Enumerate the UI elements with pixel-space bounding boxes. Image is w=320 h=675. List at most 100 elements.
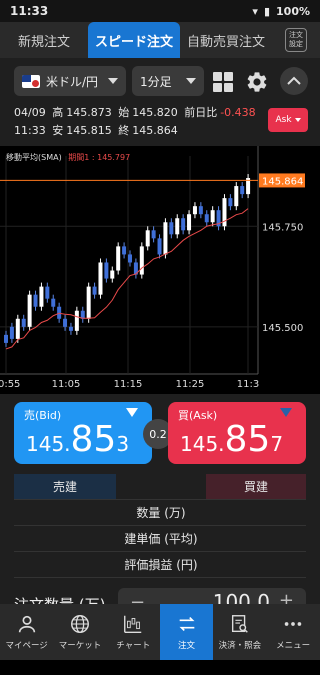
chart-legend: 移動平均(SMA) 期間1 : 145.797 bbox=[6, 152, 130, 163]
nav-chart-label: チャート bbox=[116, 641, 151, 651]
candle-body bbox=[175, 218, 180, 235]
bid-price: 145.853 bbox=[26, 420, 129, 460]
candle-body bbox=[116, 246, 121, 271]
price-chart[interactable]: 10:55 11:05 11:15 11:25 11:3 145.750 145.500 14… bbox=[0, 146, 320, 394]
status-time: 11:33 bbox=[10, 4, 49, 18]
x-tick-label: 10:55 bbox=[0, 379, 20, 390]
swap-arrows-icon bbox=[179, 616, 195, 632]
candle-body bbox=[151, 230, 156, 239]
triangle-down-icon bbox=[280, 408, 292, 417]
sma-label: 移動平均(SMA) bbox=[6, 153, 62, 162]
avg-price-label: 建単価 (平均) bbox=[124, 532, 198, 546]
buy-ask-button[interactable]: 買(Ask) 145.857 bbox=[168, 402, 306, 464]
candle-body bbox=[92, 286, 97, 295]
candle-body bbox=[98, 262, 103, 295]
tab-speed-order[interactable]: スピード注文 bbox=[88, 22, 180, 58]
low-label: 安 bbox=[52, 124, 64, 137]
nav-settlement[interactable]: 決済・照会 bbox=[213, 604, 266, 660]
candle-body bbox=[181, 218, 186, 231]
nav-order[interactable]: 注文 bbox=[159, 604, 214, 660]
candle-body bbox=[33, 294, 38, 307]
interval-label: 1分足 bbox=[140, 74, 172, 89]
candle-body bbox=[157, 238, 162, 255]
nav-menu[interactable]: メニュー bbox=[266, 604, 319, 660]
candle-body bbox=[240, 186, 245, 195]
bid-small-digit: 3 bbox=[116, 432, 130, 456]
x-tick-label: 11:05 bbox=[52, 379, 81, 390]
high-value: 145.873 bbox=[66, 106, 112, 119]
chevron-down-icon bbox=[108, 78, 118, 84]
nav-mypage-label: マイページ bbox=[5, 641, 48, 651]
open-value: 145.820 bbox=[132, 106, 178, 119]
order-settings-button[interactable]: 注文 設定 bbox=[272, 22, 320, 58]
x-tick-label: 11:15 bbox=[114, 379, 143, 390]
nav-market[interactable]: マーケット bbox=[53, 604, 106, 660]
candle-body bbox=[27, 294, 32, 327]
open-label: 始 bbox=[118, 106, 130, 119]
candle-body bbox=[234, 186, 239, 207]
candle-body bbox=[128, 254, 132, 263]
more-dots-icon bbox=[284, 622, 302, 626]
ask-big-digits: 85 bbox=[224, 419, 271, 460]
x-tick-label: 11:3 bbox=[237, 379, 259, 390]
nav-market-label: マーケット bbox=[58, 641, 102, 651]
candle-body bbox=[39, 286, 44, 307]
grid-icon[interactable] bbox=[213, 72, 233, 92]
nav-menu-label: メニュー bbox=[276, 641, 311, 651]
candle-body bbox=[228, 198, 233, 207]
status-icons: ▾ ▮ 100% bbox=[252, 5, 310, 18]
candle-body bbox=[163, 222, 168, 255]
table-row: 評価損益 (円) bbox=[14, 552, 306, 578]
quote-time: 11:33 bbox=[14, 124, 46, 137]
candlestick-icon bbox=[124, 615, 142, 633]
candle-body bbox=[51, 298, 56, 307]
status-bar: 11:33 ▾ ▮ 100% bbox=[0, 0, 320, 22]
tab-auto-order[interactable]: 自動売買注文 bbox=[180, 22, 272, 58]
nav-mypage[interactable]: マイページ bbox=[0, 604, 53, 660]
document-search-icon bbox=[231, 615, 248, 633]
battery-level: 100% bbox=[276, 4, 310, 18]
chevron-down-icon bbox=[186, 78, 196, 84]
interval-select[interactable]: 1分足 bbox=[132, 66, 204, 96]
buy-position-header: 買建 bbox=[206, 474, 306, 499]
candle-body bbox=[68, 326, 73, 331]
pnl-label: 評価損益 (円) bbox=[124, 558, 198, 572]
low-value: 145.815 bbox=[66, 124, 112, 137]
candle-body bbox=[122, 246, 127, 255]
ask-select-button[interactable]: Ask bbox=[268, 108, 308, 132]
currency-label: 米ドル/円 bbox=[46, 74, 99, 89]
candle-body bbox=[204, 214, 209, 223]
nav-chart[interactable]: チャート bbox=[107, 604, 160, 660]
candle-body bbox=[74, 310, 79, 331]
chart-toolbar: 米ドル/円 1分足 bbox=[0, 64, 320, 98]
candle-body bbox=[210, 210, 215, 223]
candle-body bbox=[4, 334, 8, 343]
close-value: 145.864 bbox=[132, 124, 178, 137]
gear-icon[interactable] bbox=[245, 70, 269, 94]
chevron-down-icon bbox=[294, 118, 301, 122]
candle-body bbox=[139, 246, 144, 275]
current-price-label: 145.864 bbox=[262, 176, 303, 187]
order-tabs: 新規注文 スピード注文 自動売買注文 注文 設定 bbox=[0, 22, 320, 58]
candle-body bbox=[145, 230, 150, 247]
price-panel: 売(Bid) 145.853 0.2 買(Ask) 145.857 bbox=[0, 402, 320, 464]
nav-order-label: 注文 bbox=[178, 641, 196, 651]
us-flag-icon bbox=[22, 74, 40, 88]
ask-label: Ask bbox=[275, 115, 292, 125]
collapse-button[interactable] bbox=[280, 67, 308, 95]
tab-new-order[interactable]: 新規注文 bbox=[0, 22, 88, 58]
triangle-down-icon bbox=[126, 408, 138, 417]
candle-body bbox=[9, 326, 14, 339]
currency-select[interactable]: 米ドル/円 bbox=[14, 66, 126, 96]
person-icon bbox=[18, 615, 35, 633]
sell-bid-button[interactable]: 売(Bid) 145.853 bbox=[14, 402, 152, 464]
chevron-up-icon bbox=[287, 76, 301, 85]
battery-icon: ▮ bbox=[263, 4, 271, 18]
sell-position-header: 売建 bbox=[14, 474, 116, 499]
prev-change-value: -0.438 bbox=[220, 106, 256, 119]
quantity-label: 数量 (万) bbox=[136, 506, 186, 520]
high-label: 高 bbox=[52, 106, 64, 119]
globe-icon bbox=[70, 615, 89, 633]
nav-settlement-label: 決済・照会 bbox=[218, 641, 262, 651]
y-tick-label: 145.500 bbox=[262, 323, 303, 334]
